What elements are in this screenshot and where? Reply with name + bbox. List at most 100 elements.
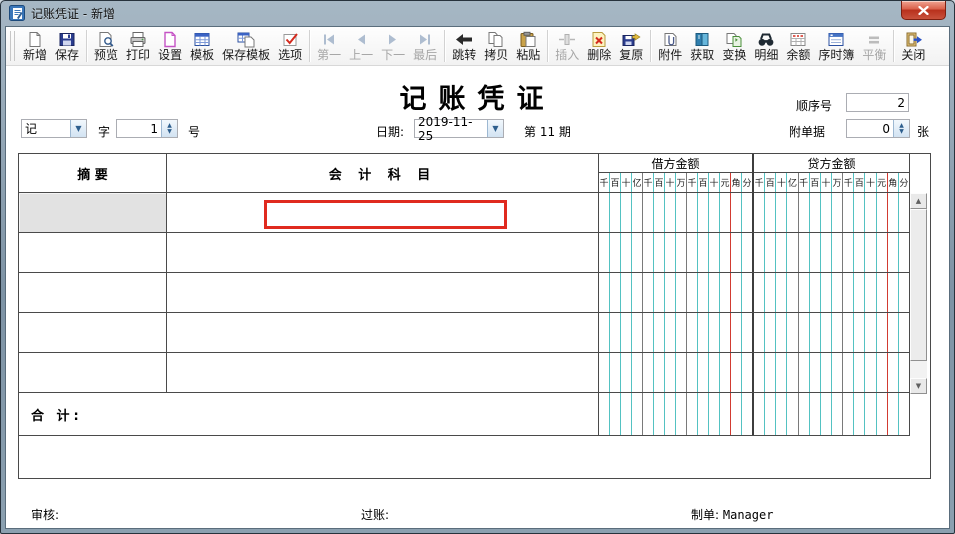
chevron-down-icon[interactable]: ▼ (70, 120, 86, 137)
toolbar-button-template[interactable]: 模板 (186, 28, 218, 64)
scroll-down-button[interactable]: ▼ (910, 378, 927, 394)
toolbar-button-setup[interactable]: 设置 (154, 28, 186, 64)
digit-cell (854, 353, 866, 392)
digit-cell (654, 313, 665, 352)
summary-cell[interactable] (19, 273, 167, 312)
digit-cell (843, 233, 855, 272)
toolbar-button-transform[interactable]: 变换 (718, 28, 750, 64)
scrollbar-thumb[interactable] (910, 209, 927, 361)
toolbar-button-balance-amount[interactable]: 余额 (782, 28, 814, 64)
toolbar-separator (86, 30, 88, 62)
digit-cell (643, 273, 654, 312)
date-combo[interactable]: 2019-11-25 ▼ (414, 115, 504, 143)
voucher-number-stepper[interactable]: 1 ▲ ▼ (116, 119, 178, 138)
next-record-icon (383, 30, 403, 48)
account-cell[interactable] (167, 313, 599, 352)
clipboard-paste-icon (518, 30, 538, 48)
digit-cell (821, 313, 832, 352)
digit-column-header: 百 (698, 173, 709, 192)
scroll-up-button[interactable]: ▲ (910, 193, 927, 209)
digit-cell (787, 193, 799, 232)
digit-cell (865, 193, 877, 232)
digit-cell (665, 193, 676, 232)
digit-cell (843, 393, 855, 435)
digit-cell (865, 353, 877, 392)
digit-cell (787, 313, 799, 352)
digit-cell (698, 233, 709, 272)
digit-cell (687, 233, 698, 272)
summary-cell[interactable] (19, 353, 167, 392)
spin-down-icon[interactable]: ▼ (167, 128, 172, 135)
vertical-scrollbar[interactable]: ▲ ▼ (910, 193, 927, 394)
debit-amount-cell (599, 313, 754, 352)
toolbar-button-options[interactable]: 选项 (274, 28, 306, 64)
toolbar-button-journal[interactable]: 序时簿 (814, 28, 858, 64)
voucher-word-combo[interactable]: 记 ▼ (21, 119, 87, 138)
table-row (19, 273, 910, 313)
toolbar-button-save[interactable]: 保存 (51, 28, 83, 64)
summary-cell-selected[interactable] (19, 193, 167, 232)
balance-table-icon (788, 30, 808, 48)
digit-cell (787, 273, 799, 312)
close-button[interactable] (901, 1, 946, 20)
digit-cell (754, 273, 766, 312)
toolbar-button-print[interactable]: 打印 (122, 28, 154, 64)
digit-cell (877, 233, 888, 272)
toolbar-button-detail[interactable]: 明细 (750, 28, 782, 64)
chevron-down-icon[interactable]: ▼ (487, 120, 503, 137)
toolbar-button-save-template[interactable]: 保存模板 (218, 28, 274, 64)
digit-column-header: 万 (676, 173, 687, 192)
toolbar-button-new[interactable]: 新增 (19, 28, 51, 64)
digit-cell (877, 193, 888, 232)
sequence-input[interactable]: 2 (846, 93, 909, 112)
toolbar-button-paste[interactable]: 粘贴 (512, 28, 544, 64)
digit-cell (821, 393, 832, 435)
account-input-active[interactable] (264, 200, 507, 229)
digit-cell (632, 313, 643, 352)
summary-cell[interactable] (19, 233, 167, 272)
digit-cell (610, 273, 621, 312)
digit-cell (665, 233, 676, 272)
digit-cell (720, 233, 731, 272)
account-cell[interactable] (167, 273, 599, 312)
digit-cell (621, 353, 632, 392)
toolbar-grip (10, 31, 15, 61)
digit-cell (888, 193, 899, 232)
digit-cell (899, 233, 909, 272)
toolbar-button-attachment[interactable]: 附件 (654, 28, 686, 64)
digit-cell (821, 353, 832, 392)
account-cell[interactable] (167, 233, 599, 272)
spinner-buttons[interactable]: ▲ ▼ (161, 120, 177, 137)
digit-cell (765, 393, 777, 435)
binoculars-icon (756, 30, 776, 48)
printer-icon (128, 30, 148, 48)
spin-down-icon[interactable]: ▼ (899, 128, 904, 135)
account-cell[interactable] (167, 353, 599, 392)
toolbar-button-jump[interactable]: 跳转 (448, 28, 480, 64)
digit-cell (610, 233, 621, 272)
digit-cell (799, 233, 810, 272)
attachment-stepper[interactable]: 0 ▲ ▼ (846, 119, 910, 138)
delete-row-icon (589, 30, 609, 48)
digit-cell (776, 273, 788, 312)
digit-column-header: 角 (888, 173, 899, 192)
digit-cell (676, 233, 687, 272)
digit-cell (654, 193, 665, 232)
sequence-label: 顺序号 (796, 99, 833, 113)
toolbar-button-restore[interactable]: 复原 (615, 28, 647, 64)
toolbar-button-delete[interactable]: 删除 (583, 28, 615, 64)
digit-cell (877, 393, 888, 435)
spinner-buttons[interactable]: ▲ ▼ (893, 120, 909, 137)
toolbar-button-previous: 上一 (345, 28, 377, 64)
credit-amount-cell (754, 233, 910, 272)
digit-cell (709, 393, 720, 435)
toolbar-button-preview[interactable]: 预览 (90, 28, 122, 64)
toolbar-button-close[interactable]: 关闭 (897, 28, 929, 64)
summary-cell[interactable] (19, 313, 167, 352)
toolbar-button-copy[interactable]: 拷贝 (480, 28, 512, 64)
digit-cell (676, 353, 687, 392)
toolbar-button-fetch[interactable]: 获取 (686, 28, 718, 64)
total-label: 合 计: (19, 393, 599, 435)
page-setup-icon (160, 30, 180, 48)
digit-cell (799, 193, 810, 232)
